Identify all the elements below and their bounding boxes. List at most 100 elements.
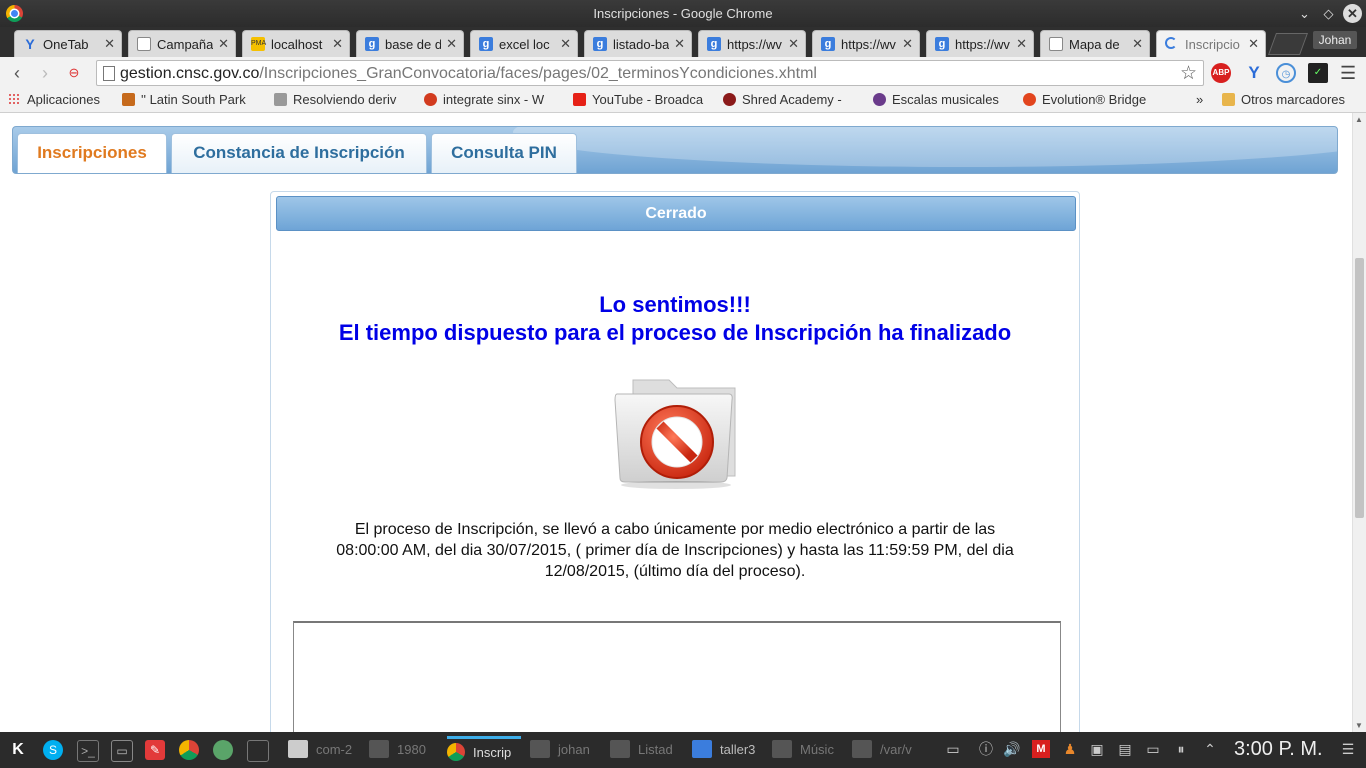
browser-tab[interactable]: Y OneTab ✕ bbox=[14, 30, 122, 57]
lock-icon[interactable]: ▣ bbox=[1088, 740, 1106, 758]
bookmark-item[interactable]: Shred Academy - bbox=[723, 92, 842, 107]
embedded-frame[interactable] bbox=[293, 621, 1061, 732]
tab-close-icon[interactable]: ✕ bbox=[788, 36, 799, 52]
address-url[interactable]: gestion.cnsc.gov.co/Inscripciones_GranCo… bbox=[120, 65, 817, 83]
bookmark-star-icon[interactable]: ☆ bbox=[1180, 62, 1197, 85]
bookmark-icon bbox=[424, 93, 437, 106]
terminal-tray-icon[interactable]: ▭ bbox=[944, 740, 962, 758]
adblock-plus-icon[interactable]: ABP bbox=[1211, 63, 1231, 83]
bookmark-apps[interactable]: Aplicaciones bbox=[8, 92, 100, 107]
browser-tab[interactable]: g https://wv ✕ bbox=[926, 30, 1034, 57]
tab-label: Mapa de bbox=[1069, 37, 1120, 52]
page-content: Inscripciones Constancia de Inscripción … bbox=[0, 113, 1352, 732]
taskbar-task[interactable]: johan bbox=[530, 736, 590, 764]
window-title: Inscripciones - Google Chrome bbox=[593, 6, 773, 21]
folder-icon bbox=[1222, 93, 1235, 106]
network-app-icon[interactable] bbox=[213, 740, 233, 760]
address-bar[interactable]: gestion.cnsc.gov.co/Inscripciones_GranCo… bbox=[96, 60, 1204, 86]
chrome-menu-icon[interactable]: ☰ bbox=[1340, 63, 1356, 84]
bookmark-item[interactable]: YouTube - Broadca bbox=[573, 92, 703, 107]
tab-close-icon[interactable]: ✕ bbox=[1016, 36, 1027, 52]
pin-icon[interactable]: ✎ bbox=[145, 740, 165, 760]
new-tab-button[interactable] bbox=[1267, 33, 1309, 55]
browser-tab[interactable]: g https://wv ✕ bbox=[812, 30, 920, 57]
user-status-icon[interactable]: ♟ bbox=[1061, 740, 1079, 758]
taskbar-menu-icon[interactable]: ☰ bbox=[1339, 740, 1357, 758]
scroll-up-icon[interactable]: ▲ bbox=[1355, 115, 1363, 124]
status-panel: Cerrado Lo sentimos!!! El tiempo dispues… bbox=[270, 191, 1080, 732]
forward-icon[interactable]: › bbox=[35, 63, 55, 83]
tab-close-icon[interactable]: ✕ bbox=[1132, 36, 1143, 52]
bookmark-item[interactable]: Escalas musicales bbox=[873, 92, 999, 107]
description-line: 08:00:00 AM, del dia 30/07/2015, ( prime… bbox=[336, 542, 1014, 559]
todo-check-icon[interactable]: ✓ bbox=[1308, 63, 1328, 83]
tab-close-icon[interactable]: ✕ bbox=[104, 36, 115, 52]
tab-close-icon[interactable]: ✕ bbox=[332, 36, 343, 52]
bookmark-item[interactable]: integrate sinx - W bbox=[424, 92, 544, 107]
tab-close-icon[interactable]: ✕ bbox=[1248, 36, 1259, 52]
browser-tab[interactable]: g base de d ✕ bbox=[356, 30, 464, 57]
taskbar-task[interactable]: Listad bbox=[610, 736, 673, 764]
taskbar-task[interactable]: com-2 bbox=[288, 736, 352, 764]
tab-close-icon[interactable]: ✕ bbox=[674, 36, 685, 52]
tab-constancia[interactable]: Constancia de Inscripción bbox=[171, 133, 427, 173]
kde-launcher-icon[interactable]: K bbox=[8, 740, 28, 760]
bookmark-item[interactable]: '' Latin South Park bbox=[122, 92, 246, 107]
tab-consulta-pin[interactable]: Consulta PIN bbox=[431, 133, 577, 173]
profile-button[interactable]: Johan bbox=[1313, 31, 1357, 49]
browser-tab[interactable]: PMA localhost ✕ bbox=[242, 30, 350, 57]
pause-icon[interactable]: ⏸ bbox=[1172, 740, 1190, 758]
bookmark-item[interactable]: Resolviendo deriv bbox=[274, 92, 396, 107]
timer-icon[interactable]: ◷ bbox=[1276, 63, 1296, 83]
taskbar-task[interactable]: Músic bbox=[772, 736, 834, 764]
taskbar-task-active[interactable]: Inscrip bbox=[447, 736, 521, 764]
page-info-icon[interactable] bbox=[103, 66, 115, 81]
tab-close-icon[interactable]: ✕ bbox=[218, 36, 229, 52]
scrollbar-thumb[interactable] bbox=[1355, 258, 1364, 518]
taskbar-task[interactable]: taller3 bbox=[692, 736, 755, 764]
browser-tab[interactable]: g https://wv ✕ bbox=[698, 30, 806, 57]
restore-icon[interactable]: ◇ bbox=[1319, 4, 1338, 23]
browser-tab[interactable]: g excel loc ✕ bbox=[470, 30, 578, 57]
google-icon: g bbox=[593, 37, 607, 51]
bookmark-other-folder[interactable]: Otros marcadores bbox=[1222, 92, 1345, 107]
mega-icon[interactable]: M bbox=[1032, 740, 1050, 758]
apps-icon bbox=[8, 93, 21, 106]
chrome-launcher-icon[interactable] bbox=[179, 740, 199, 760]
browser-tab[interactable]: Campaña ✕ bbox=[128, 30, 236, 57]
tab-inscripciones[interactable]: Inscripciones bbox=[17, 133, 167, 173]
browser-toolbar: ‹ › ⊖ gestion.cnsc.gov.co/Inscripciones_… bbox=[0, 57, 1366, 89]
file-manager-icon[interactable]: ▭ bbox=[111, 740, 133, 762]
tab-close-icon[interactable]: ✕ bbox=[902, 36, 913, 52]
scroll-down-icon[interactable]: ▼ bbox=[1355, 721, 1363, 730]
skype-icon[interactable]: S bbox=[43, 740, 63, 760]
clipboard-icon[interactable]: ▤ bbox=[1116, 740, 1134, 758]
tab-close-icon[interactable]: ✕ bbox=[446, 36, 457, 52]
browser-tab-active[interactable]: Inscripcio ✕ bbox=[1156, 30, 1266, 57]
taskbar-task[interactable]: 1980 bbox=[369, 736, 426, 764]
minimize-icon[interactable]: ⌄ bbox=[1295, 4, 1314, 23]
tab-close-icon[interactable]: ✕ bbox=[560, 36, 571, 52]
bookmarks-bar: Aplicaciones '' Latin South Park Resolvi… bbox=[0, 89, 1366, 113]
tab-label: base de d bbox=[385, 37, 441, 52]
onetab-icon: Y bbox=[25, 36, 35, 52]
back-icon[interactable]: ‹ bbox=[7, 63, 27, 83]
page-scrollbar[interactable]: ▲ ▼ bbox=[1352, 113, 1366, 732]
stop-icon[interactable]: ⊖ bbox=[64, 63, 84, 83]
bookmark-item[interactable]: Evolution® Bridge bbox=[1023, 92, 1146, 107]
browser-tab[interactable]: Mapa de ✕ bbox=[1040, 30, 1150, 57]
yoroi-icon[interactable]: Y bbox=[1244, 63, 1264, 83]
browser-tab[interactable]: g listado-ba ✕ bbox=[584, 30, 692, 57]
google-icon: g bbox=[821, 37, 835, 51]
bookmarks-overflow[interactable]: » bbox=[1196, 92, 1203, 107]
youtube-icon bbox=[573, 93, 586, 106]
close-icon[interactable]: ✕ bbox=[1343, 4, 1362, 23]
tray-expand-icon[interactable]: ⌃ bbox=[1201, 740, 1219, 758]
volume-icon[interactable]: 🔊 bbox=[1003, 740, 1021, 758]
info-icon[interactable]: ⓘ bbox=[977, 740, 995, 758]
clock[interactable]: 3:00 P. M. bbox=[1234, 738, 1323, 761]
terminal-icon[interactable]: >_ bbox=[77, 740, 99, 762]
taskbar-task[interactable]: /var/v bbox=[852, 736, 912, 764]
display-icon[interactable]: ▭ bbox=[1144, 740, 1162, 758]
folder-launcher-icon[interactable] bbox=[247, 740, 269, 762]
